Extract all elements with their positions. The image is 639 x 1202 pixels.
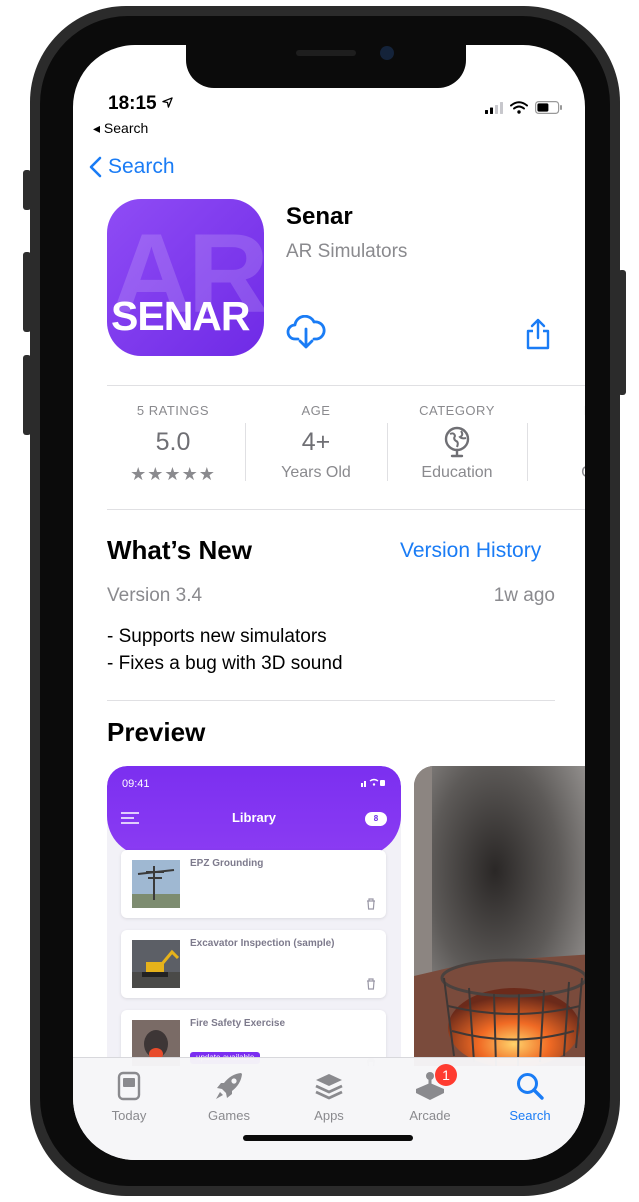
tab-label: Games [208,1108,250,1123]
power-pole-thumbnail [132,860,180,908]
version-number: Version 3.4 [107,585,203,606]
library-title: Library [231,810,277,825]
search-icon [485,1068,575,1104]
tab-games[interactable]: Games [184,1068,274,1123]
cloud-download-icon[interactable] [286,315,326,349]
notch [186,40,466,88]
age-sub: Years Old [281,464,351,481]
release-note-item: - Supports new simulators [107,626,327,647]
tab-arcade[interactable]: 1 Arcade [385,1064,475,1123]
fire-basket-photo [414,766,585,1066]
release-age: 1w ago [493,585,555,606]
joystick-icon: 1 [385,1064,475,1104]
tab-today[interactable]: Today [84,1068,174,1123]
app-store-screen: 18:15 ◂ Search Search AR SENAR Senar AR … [73,45,585,1160]
rating-stars: ★★★★★ [130,464,216,484]
rocket-icon [184,1068,274,1104]
wifi-icon [361,778,385,787]
battery-icon [535,101,562,114]
release-notes: - Supports new simulators - Fixes a bug … [107,623,343,677]
version-history-link[interactable]: Version History [400,539,541,563]
arcade-badge: 1 [435,1064,457,1086]
developer-label: DEV [528,403,585,418]
trash-icon [367,978,375,990]
tab-label: Search [509,1108,551,1123]
layers-icon [284,1068,374,1104]
divider [107,700,555,701]
simulator-card: EPZ Grounding [121,850,386,918]
excavator-thumbnail [132,940,180,988]
status-back-to-search[interactable]: ◂ Search [93,120,148,137]
cellular-signal-icon [485,101,503,114]
developer-name[interactable]: AR Simulators [286,241,407,263]
category-stat[interactable]: CATEGORY Education [387,385,527,482]
ratings-label: 5 RATINGS [136,403,210,418]
earpiece-speaker [296,50,356,56]
wifi-icon [510,101,528,114]
tab-label: Arcade [409,1108,451,1123]
whats-new-title: What’s New [107,535,252,565]
preview-screenshot-library[interactable]: 09:41 Library 8 EPZ Grounding Excavator … [107,766,401,1066]
screenshot-status-icons [361,778,385,790]
front-camera [380,46,394,60]
age-stat[interactable]: AGE 4+ Years Old [246,385,386,482]
ratings-stat[interactable]: 5 RATINGS 5.0 ★★★★★ [103,385,243,485]
developer-stat[interactable]: DEV Guid [528,385,585,482]
share-icon[interactable] [525,318,551,350]
globe-icon [387,426,527,458]
age-label: AGE [301,403,331,418]
ratings-value: 5.0 [155,428,191,456]
developer-stat-icon [528,426,585,458]
status-icons [485,101,563,114]
release-note-item: - Fixes a bug with 3D sound [107,653,343,674]
preview-title: Preview [107,717,206,747]
app-icon-wordmark: SENAR [111,293,251,339]
simulator-title: Fire Safety Exercise [190,1018,286,1029]
tab-bar: Today Games Apps 1 Arcade Search [73,1057,585,1160]
app-name: Senar [286,203,353,230]
info-strip: 5 RATINGS 5.0 ★★★★★ AGE 4+ Years Old CAT… [103,385,585,497]
divider [107,509,585,510]
simulator-title: Excavator Inspection (sample) [190,938,335,949]
simulator-card: Excavator Inspection (sample) [121,930,386,998]
developer-sub: Guid [528,464,585,482]
chevron-left-icon [89,156,102,178]
back-button[interactable]: Search [89,155,175,179]
app-icon: AR SENAR [107,199,264,356]
category-label: CATEGORY [419,403,495,418]
tab-label: Apps [314,1108,344,1123]
library-count-badge: 8 [365,812,387,826]
screenshot-status-time: 09:41 [122,778,150,790]
status-time: 18:15 [108,93,173,115]
today-icon [84,1068,174,1104]
tab-label: Today [111,1108,147,1123]
back-button-label: Search [108,155,175,178]
category-sub: Education [421,464,493,481]
tab-search[interactable]: Search [485,1068,575,1123]
tab-apps[interactable]: Apps [284,1068,374,1123]
home-indicator[interactable] [243,1135,413,1141]
trash-icon [367,898,375,910]
simulator-title: EPZ Grounding [190,858,264,869]
preview-screenshot-fire[interactable] [414,766,585,1066]
location-arrow-icon [162,97,173,108]
age-value: 4+ [301,428,331,456]
